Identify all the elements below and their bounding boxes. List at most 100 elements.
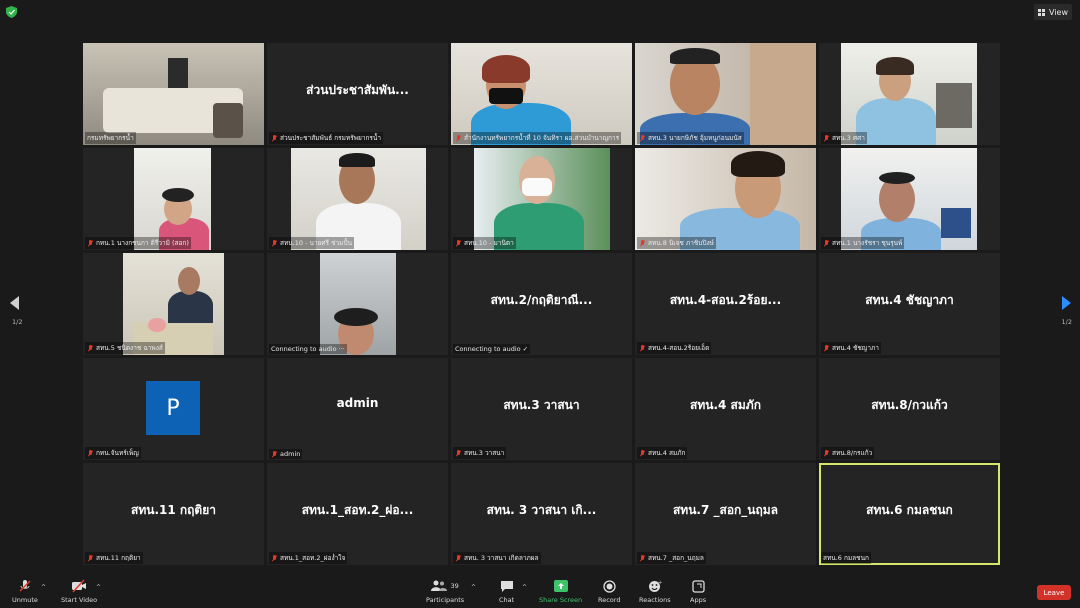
participants-caret-icon[interactable]: ^	[471, 584, 476, 591]
participant-name: สทน.4 ชัชญาภา	[821, 342, 881, 354]
video-tile[interactable]: สำนักงานทรัพยากรน้ำที่ 10 จันทิรา ผอ.ส่ว…	[451, 43, 632, 145]
mic-muted-icon	[823, 239, 829, 247]
mic-muted-icon	[639, 239, 645, 247]
participant-display-name: สทน.11 กฤติยา	[131, 503, 216, 517]
mic-muted-icon	[271, 450, 277, 458]
view-label: View	[1049, 7, 1068, 17]
participant-name: กทน.จันทร์เพ็ญ	[85, 447, 141, 459]
video-tile[interactable]: สทน.11 กฤติยา สทน.11 กฤติยา	[83, 463, 264, 565]
video-tile[interactable]: สทน.3 นายกษิภัช อุ้มหนูก่อนมนัส	[635, 43, 816, 145]
mic-muted-icon	[87, 449, 93, 457]
video-tile[interactable]: สทน.5 ชนิดงาช ฉาพงส์	[83, 253, 264, 355]
video-options-caret-icon[interactable]: ^	[96, 584, 101, 591]
video-tile[interactable]: Connecting to audio ···	[267, 253, 448, 355]
record-label: Record	[598, 596, 621, 604]
participant-display-name: admin	[336, 396, 379, 410]
audio-options-caret-icon[interactable]: ^	[41, 584, 46, 591]
video-tile[interactable]: สทน.4 ชัชญาภา สทน.4 ชัชญาภา	[819, 253, 1000, 355]
mic-muted-icon	[455, 554, 461, 562]
video-tile[interactable]: สทน.4 สมภัก สทน.4 สมภัก	[635, 358, 816, 460]
share-screen-label: Share Screen	[539, 596, 583, 604]
record-icon	[603, 579, 616, 593]
video-tile[interactable]: สทน. 3 วาสนา เกิ... สทน. 3 วาสนา เกิดลาภ…	[451, 463, 632, 565]
mic-muted-icon	[455, 134, 461, 142]
chat-icon	[500, 580, 513, 592]
video-tile[interactable]: สทน.4-สอน.2ร้อย... สทน.4-สอน.2ร้อยเอ็ด	[635, 253, 816, 355]
video-tile[interactable]: สทน.10 - นายศรี ช่วมปั้น	[267, 148, 448, 250]
reactions-smile-icon: +	[648, 580, 662, 592]
video-tile[interactable]: สทน.8 นิเจช ภาชิบปิงษ์	[635, 148, 816, 250]
participant-name: สำนักงานทรัพยากรน้ำที่ 10 จันทิรา ผอ.ส่ว…	[453, 132, 622, 144]
video-tile[interactable]: สทน.1_สอท.2_ผ่อ... สทน.1_สอท.2_ผ่อง่ำใจ	[267, 463, 448, 565]
unmute-button[interactable]: Unmute	[12, 579, 38, 604]
participant-name: ส่วนประชาสัมพันธ์ กรมทรัพยากรน้ำ	[269, 132, 383, 144]
mic-muted-icon	[823, 449, 829, 457]
participant-name: สทน.3 นายกษิภัช อุ้มหนูก่อนมนัส	[637, 132, 744, 144]
participant-name: กทน.1 นางกชนกา ติรีวามิ (สอก)	[85, 237, 191, 249]
page-indicator-right: 1/2	[1061, 318, 1072, 326]
active-speaker-tile[interactable]: สทน.6 กมลชนก สทน.6 กมลชนก	[819, 463, 1000, 565]
participant-display-name: สทน.4 สมภัก	[690, 398, 761, 412]
meeting-toolbar: Unmute ^ Start Video ^ 39 Participants ^…	[0, 576, 1080, 608]
participant-name: สทน.1 นางรัชรา ชุนรุนพ์	[821, 237, 905, 249]
mic-muted-icon	[823, 134, 829, 142]
chat-caret-icon[interactable]: ^	[522, 584, 527, 591]
participant-name: สทน.1_สอท.2_ผ่อง่ำใจ	[269, 552, 348, 564]
video-feed-person	[134, 148, 211, 250]
participant-name: สทน.5 ชนิดงาช ฉาพงส์	[85, 342, 165, 354]
participant-name: สทน.8 นิเจช ภาชิบปิงษ์	[637, 237, 716, 249]
mic-muted-icon	[271, 554, 277, 562]
grid-icon	[1038, 8, 1046, 16]
video-tile[interactable]: สทน.8/กวแก้ว สทน.8/กรแก้ว	[819, 358, 1000, 460]
chat-label: Chat	[499, 596, 515, 604]
video-tile[interactable]: ส่วนประชาสัมพัน... ส่วนประชาสัมพันธ์ กรม…	[267, 43, 448, 145]
participant-name: สทน.7 _สอก_นฤมล	[637, 552, 706, 564]
participant-display-name: สทน.4 ชัชญาภา	[865, 293, 954, 307]
mic-muted-icon	[87, 344, 93, 352]
apps-button[interactable]: Apps	[690, 579, 706, 604]
page-indicator-left: 1/2	[12, 318, 23, 326]
share-screen-button[interactable]: Share Screen	[539, 579, 582, 604]
encryption-shield-icon[interactable]	[6, 6, 17, 18]
apps-icon	[691, 579, 705, 593]
video-tile[interactable]: สทน.7 _สอก_นฤมล สทน.7 _สอก_นฤมล	[635, 463, 816, 565]
record-button[interactable]: Record	[598, 579, 620, 604]
participant-display-name: สทน.1_สอท.2_ผ่อ...	[301, 503, 414, 517]
video-tile[interactable]: สทน.3 ศศา	[819, 43, 1000, 145]
participants-button[interactable]: 39 Participants	[426, 579, 464, 604]
participant-name: สทน.3 ศศา	[821, 132, 867, 144]
mic-muted-icon	[271, 239, 277, 247]
microphone-muted-icon	[19, 580, 31, 592]
video-tile[interactable]: P กทน.จันทร์เพ็ญ	[83, 358, 264, 460]
participant-name: สทน.6 กมลชนก	[821, 552, 871, 564]
chat-button[interactable]: Chat	[499, 579, 514, 604]
video-tile[interactable]: admin admin	[267, 358, 448, 460]
reactions-button[interactable]: + Reactions	[639, 579, 671, 605]
next-page-arrow-icon[interactable]	[1061, 296, 1071, 310]
video-feed-person	[451, 43, 632, 145]
video-feed-person	[123, 253, 224, 355]
video-feed-person	[635, 148, 816, 250]
video-tile[interactable]: กทน.1 นางกชนกา ติรีวามิ (สอก)	[83, 148, 264, 250]
previous-page-arrow-icon[interactable]	[10, 296, 20, 310]
reactions-label: Reactions	[639, 596, 671, 604]
participant-name: สทน. 3 วาสนา เกิดลาภผล	[453, 552, 541, 564]
participant-display-name: สทน.6 กมลชนก	[866, 503, 953, 517]
participant-name: สทน.10 - นายศรี ช่วมปั้น	[269, 237, 355, 249]
video-tile[interactable]: สทน.1 นางรัชรา ชุนรุนพ์	[819, 148, 1000, 250]
video-camera-off-icon	[72, 579, 87, 593]
video-feed-conference-room	[83, 43, 264, 145]
participant-avatar: P	[146, 381, 200, 435]
participant-display-name: สทน.7 _สอก_นฤมล	[672, 503, 779, 517]
mic-muted-icon	[87, 239, 93, 247]
participant-name: admin	[269, 449, 303, 459]
view-button[interactable]: View	[1034, 4, 1072, 20]
video-tile[interactable]: กรมทรัพยากรน้ำ	[83, 43, 264, 145]
start-video-button[interactable]: Start Video	[61, 579, 97, 604]
video-tile[interactable]: สทน.10 - มานิตา	[451, 148, 632, 250]
video-tile[interactable]: สทน.3 วาสนา สทน.3 วาสนา	[451, 358, 632, 460]
video-tile[interactable]: สทน.2/กฤติยาณี... Connecting to audio ✓	[451, 253, 632, 355]
leave-button[interactable]: Leave	[1037, 585, 1071, 600]
participant-display-name: สทน.2/กฤติยาณี...	[490, 293, 593, 307]
participants-count: 39	[450, 582, 459, 590]
